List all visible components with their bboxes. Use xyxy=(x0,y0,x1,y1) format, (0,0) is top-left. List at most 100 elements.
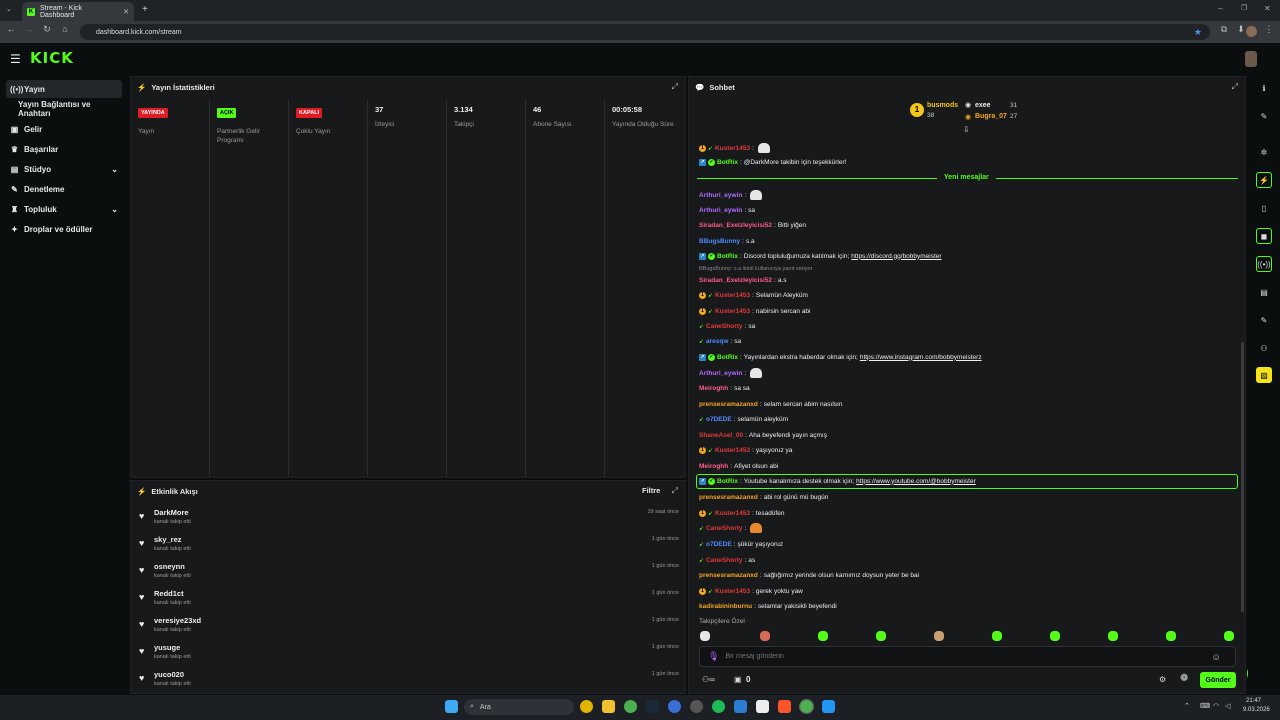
kick-logo[interactable]: KICK xyxy=(30,49,74,67)
activity-username[interactable]: veresiye23xd xyxy=(154,616,201,625)
chat-username[interactable]: BotRix xyxy=(717,478,738,485)
chat-username[interactable]: CaneShorty xyxy=(706,323,742,330)
chat-username[interactable]: Kuster1453 xyxy=(715,145,750,152)
reload-icon[interactable]: ↻ xyxy=(40,24,54,35)
emote-icon[interactable] xyxy=(818,631,828,641)
emote-icon[interactable] xyxy=(1166,631,1176,641)
sidebar-item-basarilar[interactable]: ♛ Başarılar xyxy=(6,140,122,158)
steam-icon[interactable] xyxy=(646,700,659,713)
store-icon[interactable]: ▣ xyxy=(734,675,742,684)
user-avatar[interactable] xyxy=(1245,51,1257,67)
chat-username[interactable]: prensesramazanxd xyxy=(699,401,758,408)
chat-link[interactable]: https://www.instagram.com/bobbymeisterz xyxy=(860,354,982,361)
sidebar-item-yayin[interactable]: ((•)) Yayın xyxy=(6,80,122,98)
gifter-name[interactable]: Bugra_07 xyxy=(975,113,1007,120)
chat-username[interactable]: prensesramazanxd xyxy=(699,572,758,579)
chat-username[interactable]: Kuster1453 xyxy=(715,588,750,595)
chat-username[interactable]: o7DEDE xyxy=(706,541,732,548)
minimize-icon[interactable]: – xyxy=(1218,4,1222,13)
tab-list-icon[interactable]: ⌄ xyxy=(6,5,12,13)
activity-toggle-icon[interactable]: ⚡ xyxy=(1256,172,1272,188)
browser-tab[interactable]: K Stream - Kick Dashboard ✕ xyxy=(22,2,134,21)
chat-message-input[interactable] xyxy=(725,653,1206,660)
tray-arrow-icon[interactable]: ⌃ xyxy=(1184,702,1190,710)
clock-time[interactable]: 21:47 xyxy=(1246,698,1261,704)
chat-username[interactable]: Arthuri_eywin xyxy=(699,192,742,199)
mod-icon[interactable]: ✲ xyxy=(1256,144,1272,160)
expand-icon[interactable]: ⤢ xyxy=(672,486,678,496)
gift-icon[interactable]: ❁ xyxy=(1180,673,1188,684)
filter-button[interactable]: Filtre xyxy=(642,486,660,495)
taskbar-search[interactable]: ⌕ Ara xyxy=(464,699,574,715)
notes-icon[interactable]: ▯ xyxy=(1256,200,1272,216)
sidebar-item-studyo[interactable]: ▤ Stüdyo ⌄ xyxy=(6,160,122,178)
url-field[interactable]: dashboard.kick.com/stream ★ xyxy=(80,24,1210,40)
notion-icon[interactable] xyxy=(756,700,769,713)
extensions-icon[interactable]: ⧉ xyxy=(1217,24,1231,35)
wifi-icon[interactable]: ◠ xyxy=(1213,702,1219,710)
sidebar-item-droplar[interactable]: ✦ Droplar ve ödüller xyxy=(6,220,122,238)
edit-icon[interactable]: ✎ xyxy=(1256,108,1272,124)
app-icon[interactable] xyxy=(690,700,703,713)
sidebar-item-topluluk[interactable]: ♜ Topluluk ⌄ xyxy=(6,200,122,218)
sidebar-item-denetleme[interactable]: ✎ Denetleme xyxy=(6,180,122,198)
chat-username[interactable]: Kuster1453 xyxy=(715,308,750,315)
home-icon[interactable]: ⌂ xyxy=(58,24,72,34)
brave-icon[interactable] xyxy=(778,700,791,713)
wrench-icon[interactable]: ✎ xyxy=(1256,312,1272,328)
new-tab-icon[interactable]: + xyxy=(142,4,148,15)
broadcast-toggle-icon[interactable]: ((•)) xyxy=(1256,256,1272,272)
chat-link[interactable]: https://www.youtube.com/@bobbymeister xyxy=(856,478,976,485)
layout-icon[interactable]: ▤ xyxy=(1256,284,1272,300)
activity-username[interactable]: osneynn xyxy=(154,562,185,571)
emote-icon[interactable] xyxy=(934,631,944,641)
chat-username[interactable]: CaneShorty xyxy=(706,557,742,564)
chat-username[interactable]: Kuster1453 xyxy=(715,447,750,454)
app-icon[interactable] xyxy=(668,700,681,713)
file-explorer-icon[interactable] xyxy=(602,700,615,713)
app-icon[interactable] xyxy=(580,700,593,713)
close-window-icon[interactable]: ✕ xyxy=(1264,4,1271,13)
chat-username[interactable]: Kuster1453 xyxy=(715,510,750,517)
clapper-icon[interactable]: ▨ xyxy=(1256,367,1272,383)
emote-icon[interactable] xyxy=(1224,631,1234,641)
expand-icon[interactable]: ⤢ xyxy=(1232,82,1238,92)
activity-username[interactable]: DarkMore xyxy=(154,508,189,517)
activity-username[interactable]: yusuge xyxy=(154,643,180,652)
spotify-icon[interactable] xyxy=(712,700,725,713)
chat-username[interactable]: Kuster1453 xyxy=(715,292,750,299)
hamburger-menu-icon[interactable]: ☰ xyxy=(10,52,21,66)
emote-icon[interactable] xyxy=(1050,631,1060,641)
network-icon[interactable]: ⌨ xyxy=(1200,702,1210,710)
volume-icon[interactable]: ◁ xyxy=(1225,702,1230,710)
browser-menu-icon[interactable]: ⋮ xyxy=(1262,24,1276,35)
chat-username[interactable]: CaneShorty xyxy=(706,525,742,532)
chat-username[interactable]: Arthuri_eywin xyxy=(699,207,742,214)
community-points-icon[interactable]: ⚇∞ xyxy=(702,675,715,684)
chat-username[interactable]: BotRix xyxy=(717,159,738,166)
chat-scrollbar[interactable] xyxy=(1241,342,1244,612)
activity-username[interactable]: yuco020 xyxy=(154,670,184,679)
chat-username[interactable]: BotRix xyxy=(717,253,738,260)
chat-username[interactable]: o7DEDE xyxy=(706,416,732,423)
chat-username[interactable]: Arthuri_eywin xyxy=(699,370,742,377)
app-icon[interactable] xyxy=(822,700,835,713)
chat-username[interactable]: BotRix xyxy=(717,354,738,361)
back-icon[interactable]: ← xyxy=(4,24,18,34)
bookmark-star-icon[interactable]: ★ xyxy=(1194,27,1202,38)
emoji-icon[interactable]: ☺ xyxy=(1211,652,1220,662)
emote-icon[interactable] xyxy=(760,631,770,641)
forward-icon[interactable]: → xyxy=(22,24,36,34)
chat-username[interactable]: Meiroghh xyxy=(699,385,728,392)
windows-start-icon[interactable] xyxy=(445,700,458,713)
sidebar-item-stream-key[interactable]: Yayın Bağlantısı ve Anahtarı xyxy=(6,100,122,118)
gifter-name[interactable]: exee xyxy=(975,102,991,109)
chrome-icon[interactable] xyxy=(624,700,637,713)
chat-username[interactable]: prensesramazanxd xyxy=(699,494,758,501)
sidebar-item-gelir[interactable]: ▣ Gelir xyxy=(6,120,122,138)
info-icon[interactable]: ℹ xyxy=(1256,80,1272,96)
microphone-icon[interactable]: 🎙 xyxy=(708,651,719,662)
chrome-active-icon[interactable] xyxy=(799,699,814,714)
chevron-down-icon[interactable]: ⇩ xyxy=(963,125,970,134)
chat-username[interactable]: Siradan_Exelzleyicisi52 xyxy=(699,222,772,229)
